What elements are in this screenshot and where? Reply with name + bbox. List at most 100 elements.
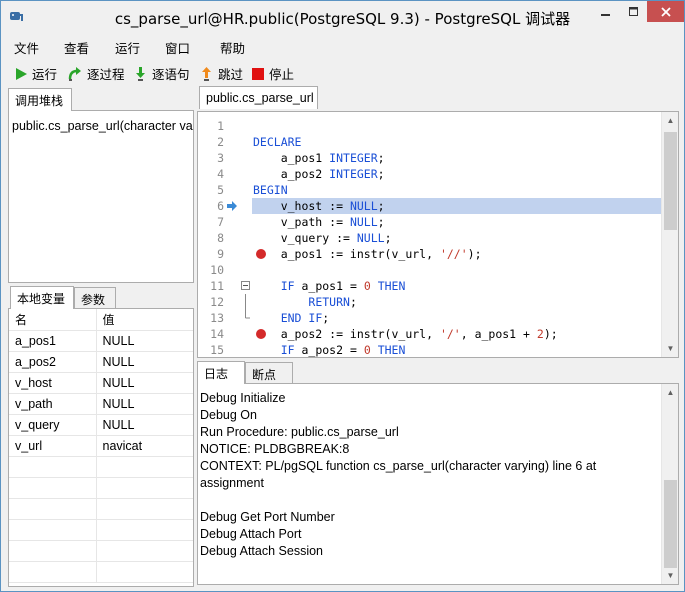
toolbar: 运行 逐过程 逐语句 跳过 停止 — [1, 61, 684, 85]
code-line[interactable]: 15 IF a_pos2 = 0 THEN — [198, 342, 661, 357]
call-stack-item[interactable]: public.cs_parse_url(character varying) — [12, 119, 193, 133]
code-text: IF a_pos2 = 0 THEN — [280, 343, 406, 357]
code-line[interactable]: 2 DECLARE — [198, 134, 661, 150]
table-row[interactable]: a_pos1 NULL — [9, 330, 193, 352]
code-line[interactable]: 8 v_query := NULL; — [198, 230, 661, 246]
code-line[interactable]: 9 a_pos1 := instr(v_url, '//'); — [198, 246, 661, 262]
code-line[interactable]: 3 a_pos1 INTEGER; — [198, 150, 661, 166]
code-line[interactable]: 14 a_pos2 := instr(v_url, '/', a_pos1 + … — [198, 326, 661, 342]
breakpoint-gutter[interactable] — [226, 150, 240, 166]
run-button[interactable]: 运行 — [14, 64, 57, 83]
empty-cell — [96, 519, 193, 541]
scroll-thumb[interactable] — [664, 480, 677, 568]
column-header-name[interactable]: 名 — [9, 309, 97, 331]
step-out-label: 跳过 — [218, 67, 244, 82]
breakpoint-gutter[interactable] — [226, 166, 240, 182]
scroll-down-icon[interactable]: ▼ — [662, 340, 678, 357]
scroll-thumb[interactable] — [664, 132, 677, 230]
empty-cell — [9, 498, 97, 520]
breakpoint-gutter[interactable] — [226, 182, 240, 198]
code-line[interactable]: 7 v_path := NULL; — [198, 214, 661, 230]
code-text: a_pos2 INTEGER; — [253, 167, 385, 181]
log-tabs: 日志 断点 — [197, 361, 679, 384]
breakpoint-gutter[interactable] — [226, 342, 240, 357]
code-line[interactable]: 10 — [198, 262, 661, 278]
tab-call-stack[interactable]: 调用堆栈 — [8, 88, 72, 111]
log-line: Run Procedure: public.cs_parse_url — [200, 425, 399, 439]
table-row[interactable]: v_path NULL — [9, 393, 193, 415]
code-editor[interactable]: 1 2 DECLARE 3 a_pos1 INTEGER; 4 a_pos2 INTEG… — [197, 111, 679, 358]
menu-window[interactable]: 窗口 — [165, 38, 190, 57]
tab-breakpoints[interactable]: 断点 — [245, 362, 293, 384]
table-row[interactable]: v_query NULL — [9, 414, 193, 436]
tab-editor-function[interactable]: public.cs_parse_url — [199, 86, 318, 109]
menu-run[interactable]: 运行 — [115, 38, 140, 57]
stop-label: 停止 — [269, 67, 295, 82]
log-line: Debug Get Port Number — [200, 510, 335, 524]
breakpoint-gutter[interactable] — [226, 294, 240, 310]
breakpoint-gutter[interactable] — [226, 230, 240, 246]
table-row[interactable]: v_url navicat — [9, 435, 193, 457]
step-over-button[interactable]: 逐过程 — [67, 64, 125, 83]
step-into-button[interactable]: 逐语句 — [134, 64, 190, 83]
breakpoint-gutter[interactable] — [226, 262, 240, 278]
line-number: 8 — [217, 231, 224, 245]
empty-row — [9, 498, 193, 520]
close-button[interactable] — [647, 1, 684, 22]
breakpoint-gutter[interactable] — [226, 246, 266, 262]
code-line[interactable]: 13 END IF; — [198, 310, 661, 326]
current-line-arrow-icon — [227, 201, 237, 211]
variables-table: 名 值 a_pos1 NULL a_pos2 NULL v_host NULL … — [9, 309, 193, 583]
breakpoint-gutter[interactable] — [226, 134, 240, 150]
breakpoint-gutter[interactable] — [226, 310, 240, 326]
code-line[interactable]: 4 a_pos2 INTEGER; — [198, 166, 661, 182]
stop-icon — [252, 67, 264, 80]
empty-cell — [96, 561, 193, 583]
log-vertical-scrollbar[interactable]: ▲ ▼ — [661, 384, 678, 584]
breakpoint-gutter[interactable] — [226, 214, 240, 230]
log-line: NOTICE: PLDBGBREAK:8 — [200, 442, 350, 456]
variable-value: NULL — [96, 393, 193, 415]
line-number: 6 — [217, 199, 224, 213]
empty-cell — [96, 477, 193, 499]
tab-log[interactable]: 日志 — [197, 361, 245, 384]
table-row[interactable]: v_host NULL — [9, 372, 193, 394]
code-line[interactable]: 6 v_host := NULL; — [198, 198, 661, 214]
variable-value: navicat — [96, 435, 193, 457]
title-bar[interactable]: cs_parse_url@HR.public(PostgreSQL 9.3) -… — [1, 1, 684, 32]
step-out-button[interactable]: 跳过 — [200, 64, 243, 83]
code-line[interactable]: 5 BEGIN — [198, 182, 661, 198]
column-header-value[interactable]: 值 — [96, 309, 193, 331]
code-line[interactable]: 11 IF a_pos1 = 0 THEN — [198, 278, 661, 294]
stop-button[interactable]: 停止 — [251, 64, 294, 83]
editor-vertical-scrollbar[interactable]: ▲ ▼ — [661, 112, 678, 357]
scroll-down-icon[interactable]: ▼ — [662, 567, 678, 584]
scroll-up-icon[interactable]: ▲ — [662, 384, 678, 401]
window-title: cs_parse_url@HR.public(PostgreSQL 9.3) -… — [114, 10, 571, 28]
code-line[interactable]: 1 — [198, 118, 661, 134]
maximize-icon — [628, 6, 638, 16]
tab-parameters[interactable]: 参数 — [74, 287, 116, 309]
code-text: a_pos2 := instr(v_url, '/', a_pos1 + 2); — [253, 327, 558, 341]
scroll-up-icon[interactable]: ▲ — [662, 112, 678, 129]
code-line[interactable]: 12 RETURN; — [198, 294, 661, 310]
menu-view[interactable]: 查看 — [64, 38, 89, 57]
breakpoint-gutter[interactable] — [226, 118, 240, 134]
breakpoint-gutter[interactable] — [226, 326, 266, 342]
table-row[interactable]: a_pos2 NULL — [9, 351, 193, 373]
variable-name: v_url — [9, 435, 97, 457]
code-text: IF a_pos1 = 0 THEN — [280, 279, 406, 293]
line-number: 7 — [217, 215, 224, 229]
breakpoint-gutter[interactable] — [226, 278, 240, 294]
tab-local-variables[interactable]: 本地变量 — [10, 286, 74, 309]
menu-bar: 文件 查看 运行 窗口 帮助 — [1, 35, 684, 57]
variable-value: NULL — [96, 351, 193, 373]
minimize-button[interactable] — [592, 1, 620, 22]
menu-help[interactable]: 帮助 — [220, 38, 245, 57]
line-number: 1 — [217, 119, 224, 133]
breakpoint-gutter[interactable] — [226, 198, 240, 214]
minimize-icon — [601, 13, 610, 16]
menu-file[interactable]: 文件 — [14, 38, 39, 57]
maximize-button[interactable] — [620, 1, 647, 22]
fold-collapse-icon[interactable] — [241, 278, 251, 294]
